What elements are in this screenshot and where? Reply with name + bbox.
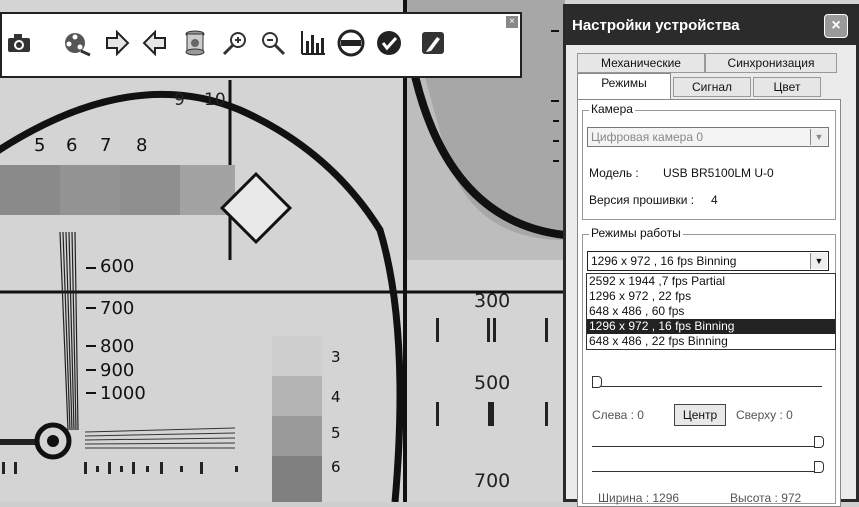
height-label: Высота : 972 [730, 491, 802, 505]
firmware-label: Версия прошивки : [589, 193, 695, 207]
scale-label: 1000 [100, 383, 146, 404]
spool-icon[interactable] [180, 28, 210, 58]
model-value: USB BR5100LM U-0 [663, 166, 774, 180]
slider-track[interactable] [592, 386, 822, 387]
arrow-right-icon[interactable] [102, 28, 132, 58]
modes-panel: Камера Цифровая камера 0 ▼ Модель : USB … [577, 99, 841, 507]
list-item[interactable]: 648 x 486 , 60 fps [587, 304, 835, 319]
gray-number: 3 [331, 348, 341, 366]
width-slider-track[interactable] [592, 446, 822, 447]
gray-number: 6 [331, 458, 341, 476]
chevron-down-icon[interactable]: ▼ [810, 129, 827, 145]
toolbar: × [0, 12, 522, 78]
dialog-titlebar: Настройки устройства × [566, 7, 856, 45]
camera-group: Камера Цифровая камера 0 ▼ Модель : USB … [582, 102, 836, 220]
gray-number: 4 [331, 388, 341, 406]
chart-number: 9 [174, 90, 185, 110]
firmware-value: 4 [711, 193, 718, 207]
resolution-label: 700 [474, 470, 511, 492]
center-button[interactable]: Центр [674, 404, 726, 426]
chart-number: 6 [66, 135, 78, 156]
device-settings-dialog: Настройки устройства × Механические Синх… [563, 4, 859, 507]
chart-number: 10 [204, 90, 226, 110]
camera-select[interactable]: Цифровая камера 0 ▼ [587, 127, 829, 147]
tab-sync[interactable]: Синхронизация [705, 53, 837, 73]
minus-circle-icon[interactable] [336, 28, 366, 58]
film-reel-icon[interactable] [62, 28, 92, 58]
zoom-in-icon[interactable] [220, 28, 250, 58]
top-offset-label: Сверху : 0 [736, 408, 793, 422]
tab-modes[interactable]: Режимы [577, 73, 671, 100]
slider-thumb[interactable] [592, 376, 602, 388]
mode-select[interactable]: 1296 x 972 , 16 fps Binning ▼ [587, 251, 829, 271]
zoom-out-icon[interactable] [258, 28, 288, 58]
chart-number: 7 [100, 135, 112, 156]
arrow-left-icon[interactable] [140, 28, 170, 58]
list-item-selected[interactable]: 1296 x 972 , 16 fps Binning [587, 319, 835, 334]
modes-group-title: Режимы работы [589, 226, 683, 240]
width-label: Ширина : 1296 [598, 491, 680, 505]
scale-label: 900 [100, 360, 135, 381]
chart-number: 8 [136, 135, 148, 156]
histogram-icon[interactable] [298, 28, 328, 58]
gray-number: 5 [331, 424, 341, 442]
mode-dropdown-list: 2592 x 1944 ,7 fps Partial 1296 x 972 , … [586, 273, 836, 350]
width-slider-thumb[interactable] [814, 436, 824, 448]
camera-group-title: Камера [589, 102, 635, 116]
left-offset-label: Слева : 0 [592, 408, 644, 422]
list-item[interactable]: 648 x 486 , 22 fps Binning [587, 334, 835, 349]
height-slider-thumb[interactable] [814, 461, 824, 473]
scale-label: 700 [100, 298, 135, 319]
close-icon[interactable]: × [824, 14, 848, 38]
camera-icon[interactable] [4, 28, 34, 58]
tab-mechanical[interactable]: Механические [577, 53, 705, 73]
check-circle-icon[interactable] [374, 28, 404, 58]
height-slider-track[interactable] [592, 471, 822, 472]
chart-number: 5 [34, 135, 46, 156]
list-item[interactable]: 2592 x 1944 ,7 fps Partial [587, 274, 835, 289]
toolbar-close-button[interactable]: × [506, 16, 518, 28]
dialog-title: Настройки устройства [572, 17, 740, 34]
scale-label: 600 [100, 256, 135, 277]
resolution-label: 300 [474, 290, 511, 312]
resolution-label: 500 [474, 372, 511, 394]
tab-signal[interactable]: Сигнал [673, 77, 751, 97]
scale-label: 800 [100, 336, 135, 357]
list-item[interactable]: 1296 x 972 , 22 fps [587, 289, 835, 304]
chevron-down-icon[interactable]: ▼ [810, 253, 827, 269]
edit-note-icon[interactable] [418, 28, 448, 58]
camera-select-value: Цифровая камера 0 [591, 130, 704, 144]
model-label: Модель : [589, 166, 639, 180]
tab-color[interactable]: Цвет [753, 77, 821, 97]
mode-select-value: 1296 x 972 , 16 fps Binning [591, 254, 737, 268]
